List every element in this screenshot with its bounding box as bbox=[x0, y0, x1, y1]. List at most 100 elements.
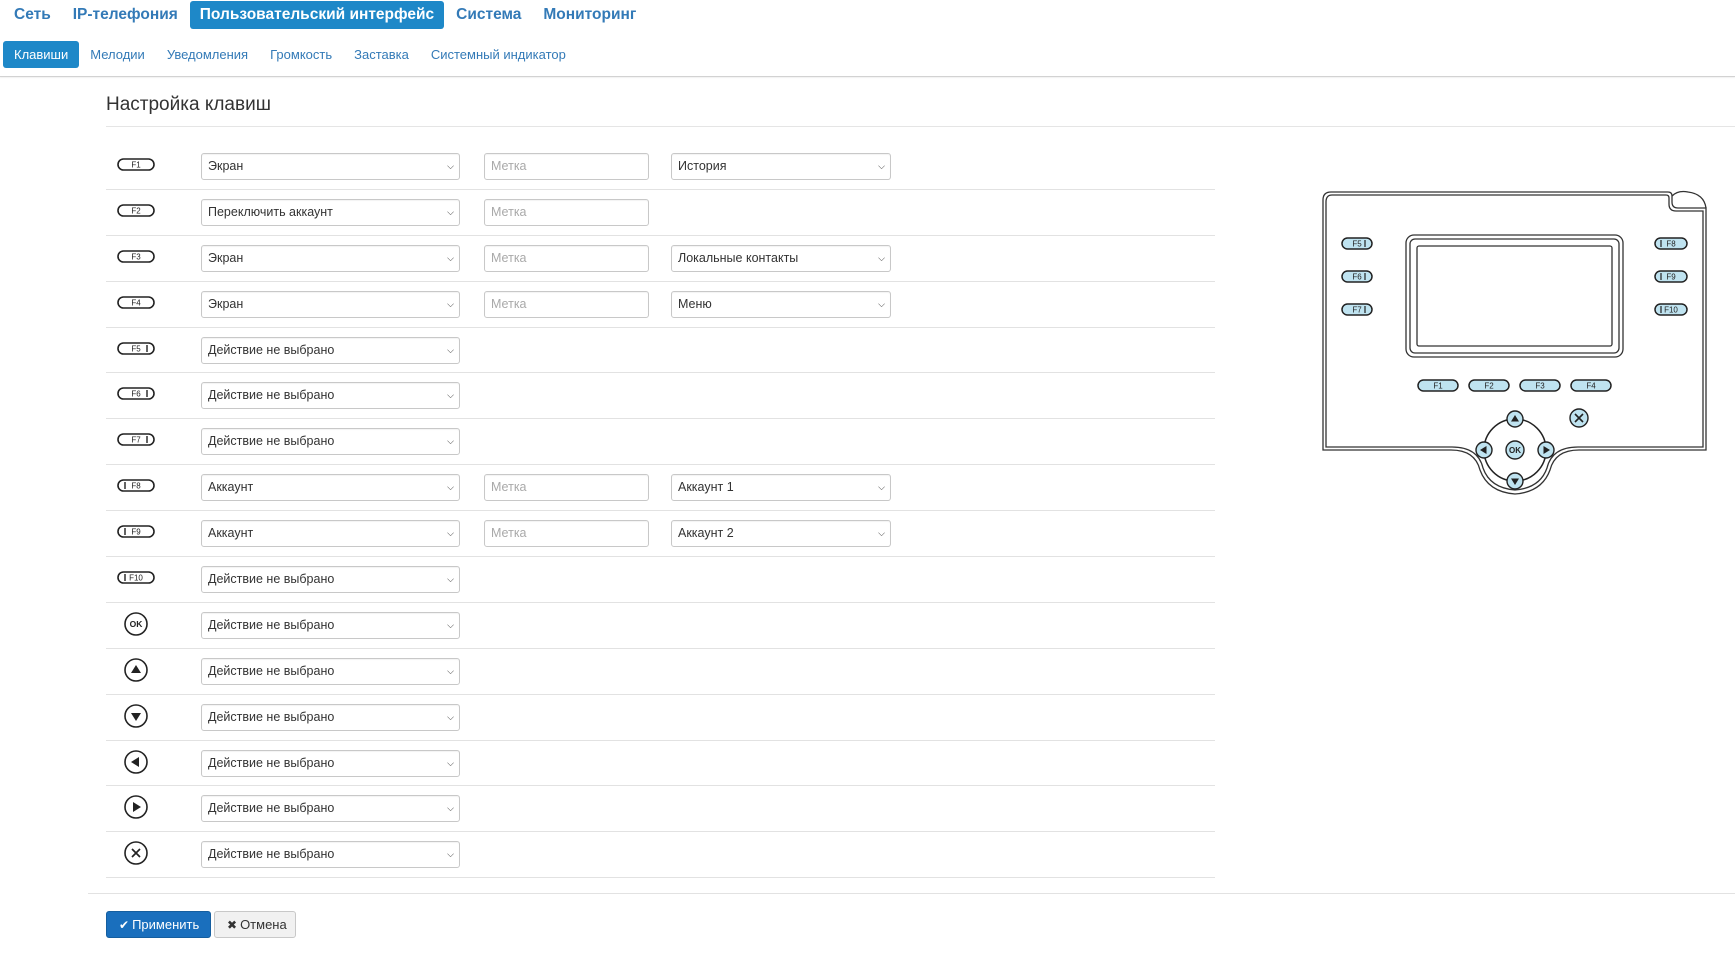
key-icon-text: F5 bbox=[131, 344, 141, 353]
action-select[interactable]: Действие не выбрано ⌵ bbox=[201, 703, 460, 731]
phone-diagram: F5 F6 F7 F8 F9 F10 F1 F2 F3 F4 OK bbox=[1322, 190, 1707, 495]
key-icon-text: F8 bbox=[131, 482, 141, 491]
chevron-down-icon: ⌵ bbox=[447, 574, 454, 585]
param-select-value: История bbox=[678, 159, 727, 173]
action-select[interactable]: Действие не выбрано ⌵ bbox=[201, 795, 460, 823]
param-select-value: Локальные контакты bbox=[678, 250, 799, 265]
chevron-down-icon: ⌵ bbox=[447, 619, 454, 630]
key-left-icon bbox=[114, 749, 158, 775]
nav-divider bbox=[0, 76, 1735, 77]
key-ok-icon: OK bbox=[114, 611, 158, 637]
chevron-down-icon: ⌵ bbox=[878, 161, 885, 171]
key-up-icon bbox=[114, 657, 158, 683]
action-select[interactable]: Экран ⌵ bbox=[201, 244, 460, 272]
label-input[interactable]: Метка bbox=[484, 474, 649, 502]
phone-key-f1: F1 bbox=[1417, 379, 1459, 392]
chevron-down-icon: ⌵ bbox=[447, 528, 454, 539]
table-row: F7 Действие не выбрано ⌵ bbox=[106, 419, 1215, 466]
sub-tab-keys[interactable]: Клавиши bbox=[3, 41, 80, 68]
action-select[interactable]: Действие не выбрано ⌵ bbox=[201, 336, 460, 364]
action-select[interactable]: Экран ⌵ bbox=[201, 153, 460, 180]
key-icon-text: F1 bbox=[131, 161, 141, 170]
phone-key-label: F7 bbox=[1352, 306, 1362, 315]
sub-tab-screensaver[interactable]: Заставка bbox=[343, 41, 420, 68]
table-row: Действие не выбрано ⌵ bbox=[106, 649, 1215, 695]
chevron-down-icon: ⌵ bbox=[447, 206, 454, 217]
action-select[interactable]: Действие не выбрано ⌵ bbox=[201, 657, 460, 685]
action-select[interactable]: Переключить аккаунт ⌵ bbox=[201, 198, 460, 226]
param-select[interactable]: Аккаунт 1 ⌵ bbox=[671, 474, 891, 502]
cancel-button[interactable]: ✖ Отмена bbox=[214, 911, 296, 938]
phone-key-f7: F7 bbox=[1341, 303, 1373, 316]
key-cancel-icon bbox=[114, 840, 158, 866]
phone-ok-label: OK bbox=[1509, 446, 1521, 455]
phone-key-label: F2 bbox=[1484, 382, 1494, 391]
label-input-placeholder: Метка bbox=[491, 204, 527, 219]
top-tab-ip-telephony[interactable]: IP-телефония bbox=[63, 1, 188, 29]
action-select[interactable]: Действие не выбрано ⌵ bbox=[201, 749, 460, 777]
chevron-down-icon: ⌵ bbox=[878, 528, 885, 539]
phone-key-f10: F10 bbox=[1654, 303, 1688, 316]
action-select-value: Действие не выбрано bbox=[208, 755, 335, 770]
table-row: F9 Аккаунт ⌵ Метка Аккаунт 2 ⌵ bbox=[106, 511, 1215, 558]
param-select[interactable]: Аккаунт 2 ⌵ bbox=[671, 520, 891, 548]
action-select-value: Действие не выбрано bbox=[208, 572, 335, 587]
top-tab-system[interactable]: Система bbox=[446, 1, 531, 29]
label-input[interactable]: Метка bbox=[484, 290, 649, 318]
key-f9-icon: F9 bbox=[114, 519, 158, 545]
action-select[interactable]: Действие не выбрано ⌵ bbox=[201, 566, 460, 594]
chevron-down-icon: ⌵ bbox=[447, 849, 454, 860]
action-select[interactable]: Аккаунт ⌵ bbox=[201, 474, 460, 502]
key-settings-table: F1 Экран ⌵ Метка История ⌵ F2 Переключить аккау… bbox=[106, 144, 1215, 879]
sub-tab-melodies[interactable]: Мелодии bbox=[79, 41, 156, 68]
sub-tab-system-indicator[interactable]: Системный индикатор bbox=[420, 41, 577, 68]
action-select-value: Переключить аккаунт bbox=[208, 204, 333, 219]
param-select[interactable]: Меню ⌵ bbox=[671, 290, 891, 318]
key-f5-icon: F5 bbox=[114, 336, 158, 362]
key-right-icon bbox=[114, 794, 158, 820]
apply-button[interactable]: ✔ Применить bbox=[106, 911, 211, 938]
phone-key-f5: F5 bbox=[1341, 237, 1373, 250]
phone-key-label: F3 bbox=[1535, 382, 1545, 391]
key-icon-text: F2 bbox=[131, 206, 141, 215]
chevron-down-icon: ⌵ bbox=[447, 390, 454, 401]
chevron-down-icon: ⌵ bbox=[447, 803, 454, 814]
chevron-down-icon: ⌵ bbox=[447, 252, 454, 263]
top-tab-user-interface[interactable]: Пользовательский интерфейс bbox=[189, 1, 445, 29]
action-select-value: Аккаунт bbox=[208, 480, 254, 495]
phone-key-label: F1 bbox=[1433, 382, 1443, 391]
label-input-placeholder: Метка bbox=[491, 159, 527, 173]
chevron-down-icon: ⌵ bbox=[447, 344, 454, 355]
action-select[interactable]: Экран ⌵ bbox=[201, 290, 460, 318]
phone-key-f9: F9 bbox=[1654, 270, 1688, 283]
label-input[interactable]: Метка bbox=[484, 153, 649, 180]
action-select-value: Экран bbox=[208, 250, 244, 265]
action-select[interactable]: Аккаунт ⌵ bbox=[201, 520, 460, 548]
key-f8-icon: F8 bbox=[114, 473, 158, 499]
table-row: F6 Действие не выбрано ⌵ bbox=[106, 373, 1215, 420]
close-icon: ✖ bbox=[227, 918, 238, 932]
param-select-value: Меню bbox=[678, 296, 712, 311]
top-tab-monitoring[interactable]: Мониторинг bbox=[533, 1, 646, 29]
action-select-value: Действие не выбрано bbox=[208, 847, 335, 862]
action-select[interactable]: Действие не выбрано ⌵ bbox=[201, 611, 460, 639]
action-select[interactable]: Действие не выбрано ⌵ bbox=[201, 428, 460, 456]
label-input[interactable]: Метка bbox=[484, 244, 649, 272]
phone-key-label: F10 bbox=[1664, 306, 1678, 315]
check-icon: ✔ bbox=[119, 918, 130, 932]
sub-tab-notifications[interactable]: Уведомления bbox=[156, 41, 259, 68]
top-tab-network[interactable]: Сеть bbox=[0, 1, 61, 29]
action-select[interactable]: Действие не выбрано ⌵ bbox=[201, 382, 460, 410]
key-f7-icon: F7 bbox=[114, 427, 158, 453]
phone-key-f6: F6 bbox=[1341, 270, 1373, 283]
param-select[interactable]: Локальные контакты ⌵ bbox=[671, 244, 891, 272]
key-icon-text: F3 bbox=[131, 252, 141, 261]
action-select-value: Действие не выбрано bbox=[208, 617, 335, 632]
phone-key-label: F8 bbox=[1666, 240, 1676, 249]
label-input[interactable]: Метка bbox=[484, 198, 649, 226]
label-input[interactable]: Метка bbox=[484, 520, 649, 548]
param-select[interactable]: История ⌵ bbox=[671, 153, 891, 180]
sub-tab-volume[interactable]: Громкость bbox=[259, 41, 343, 68]
table-row: F10 Действие не выбрано ⌵ bbox=[106, 557, 1215, 603]
action-select[interactable]: Действие не выбрано ⌵ bbox=[201, 841, 460, 869]
